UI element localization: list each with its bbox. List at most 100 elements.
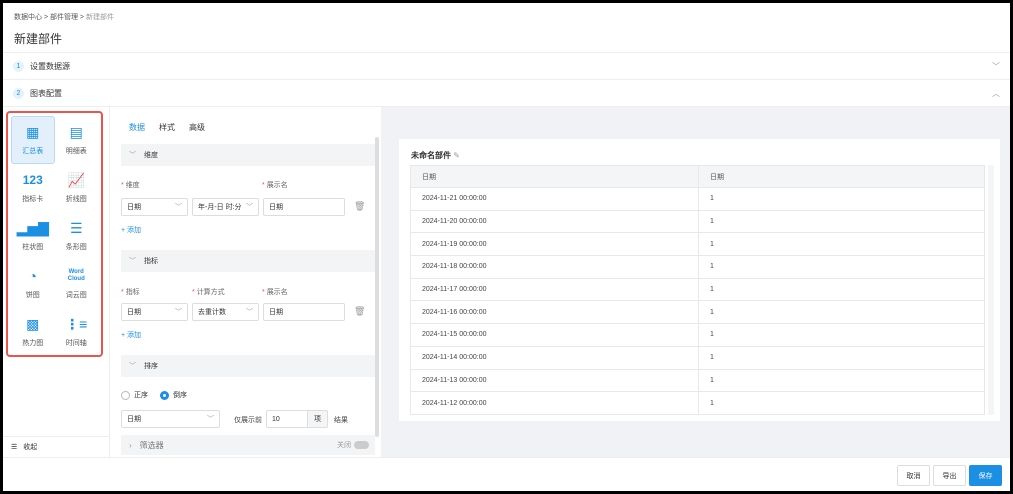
collapse-button[interactable]: ☰ 收起 xyxy=(3,436,109,457)
table-row: 2024-11-16 00:00:00 1 xyxy=(410,300,985,325)
table-cell: 1 xyxy=(698,209,985,234)
table-row: 2024-11-14 00:00:00 1 xyxy=(410,345,985,370)
table-cell: 2024-11-18 00:00:00 xyxy=(410,255,699,279)
page: 数据中心 > 部件管理 > 新建部件 新建部件 1 设置数据源 ﹀ 2 图表配置… xyxy=(3,3,1010,491)
cancel-button[interactable]: 取消 xyxy=(897,465,930,486)
metric-select[interactable]: 日期 ﹀ xyxy=(121,303,188,321)
chart-type-pie-chart[interactable]: ◔ 饼图 xyxy=(11,260,55,308)
table-cell: 1 xyxy=(698,368,985,393)
chart-type-detail-table[interactable]: ▤ 明细表 xyxy=(55,116,99,164)
widget-title: 未命名部件 ✎ xyxy=(411,151,460,160)
radio-asc[interactable] xyxy=(121,390,130,400)
chevron-right-icon: › xyxy=(129,440,132,450)
save-button[interactable]: 保存 xyxy=(969,465,1002,486)
table-cell: 1 xyxy=(698,323,985,347)
breadcrumb: 数据中心 > 部件管理 > 新建部件 xyxy=(14,14,114,21)
dimension-display-name-input[interactable]: 日期 xyxy=(263,198,345,216)
dimension-label: * 维度 xyxy=(121,182,140,189)
filter-toggle-label: 关闭 xyxy=(337,442,351,449)
scrollbar[interactable] xyxy=(375,137,379,437)
sort-field-select[interactable]: 日期 ﹀ xyxy=(121,410,220,428)
heatmap-icon: ▩ xyxy=(26,315,40,332)
section-title: 排序 xyxy=(144,363,158,370)
filter-toggle[interactable] xyxy=(354,441,369,449)
delete-icon[interactable]: 🗑 xyxy=(354,306,365,317)
show-top-label: 仅展示前 xyxy=(234,417,262,424)
page-title: 新建部件 xyxy=(14,32,63,46)
table-cell: 2024-11-13 00:00:00 xyxy=(410,368,699,393)
chart-type-bar-chart[interactable]: ☰ 条形图 xyxy=(55,212,99,260)
table-cell: 1 xyxy=(698,255,985,279)
table-cell: 1 xyxy=(698,277,985,302)
chart-type-heatmap[interactable]: ▩ 热力图 xyxy=(11,308,55,356)
chart-type-label: 词云图 xyxy=(65,292,87,299)
step-chart-config[interactable]: 2 图表配置 ︿ xyxy=(3,79,1010,107)
chart-type-line-chart[interactable]: 📈 折线图 xyxy=(55,164,99,212)
calc-label: * 计算方式 xyxy=(192,289,225,296)
word-cloud-icon: Word Cloud xyxy=(67,269,85,282)
add-dimension-button[interactable]: + 添加 xyxy=(121,225,141,235)
chart-type-summary-table[interactable]: ▦ 汇总表 xyxy=(11,116,55,164)
export-button[interactable]: 导出 xyxy=(933,465,966,486)
line-chart-icon: 📈 xyxy=(67,171,85,188)
chart-type-label: 条形图 xyxy=(65,244,87,251)
collapse-label: 收起 xyxy=(23,444,38,451)
metric-card-icon: 123 xyxy=(22,173,43,187)
chevron-down-icon: ﹀ xyxy=(129,363,136,370)
section-metric[interactable]: ﹀ 指标 xyxy=(121,250,375,272)
display-name-label: * 展示名 xyxy=(262,289,288,296)
table-row: 2024-11-12 00:00:00 1 xyxy=(410,391,985,415)
tab-style[interactable]: 样式 xyxy=(159,122,175,133)
table-row: 2024-11-21 00:00:00 1 xyxy=(410,187,985,211)
chart-type-grid: ▦ 汇总表 ▤ 明细表 123 指标卡 📈 折线图 ▂▅▇ 柱状图 ☰ 条形图 ◔ 饼图 Word Clou… xyxy=(6,111,103,357)
date-format-select[interactable]: 年-月-日 时:分 ﹀ xyxy=(192,198,259,216)
table-row: 2024-11-17 00:00:00 1 xyxy=(410,277,985,302)
chart-type-label: 饼图 xyxy=(25,292,40,299)
step-number: 1 xyxy=(13,60,24,72)
bar-chart-icon: ☰ xyxy=(69,219,83,236)
edit-icon[interactable]: ✎ xyxy=(453,151,460,160)
delete-icon[interactable]: 🗑 xyxy=(354,201,365,212)
pie-chart-icon: ◔ xyxy=(28,268,37,284)
chevron-up-icon[interactable]: ︿ xyxy=(992,88,1000,99)
collapse-icon: ☰ xyxy=(11,444,18,451)
table-cell: 2024-11-19 00:00:00 xyxy=(410,232,699,257)
section-dimension[interactable]: ﹀ 维度 xyxy=(121,144,375,166)
table-row: 2024-11-19 00:00:00 1 xyxy=(410,232,985,257)
chart-type-timeline[interactable]: ⋮≡ 时间轴 xyxy=(55,308,99,356)
section-sort[interactable]: ﹀ 排序 xyxy=(121,355,375,377)
calc-method-select[interactable]: 去重计数 ﹀ xyxy=(192,303,259,321)
section-filter[interactable]: › 筛选器 关闭 xyxy=(121,435,375,455)
tab-advanced[interactable]: 高级 xyxy=(189,122,205,133)
breadcrumb-widget-mgmt[interactable]: 部件管理 xyxy=(50,14,78,21)
breadcrumb-data-center[interactable]: 数据中心 xyxy=(14,14,42,21)
config-panel: 数据 样式 高级 ﹀ 维度 * 维度 * 展示名 日期 ﹀ 年-月-日 时:分 ﹀ 日… xyxy=(111,107,381,457)
tab-data[interactable]: 数据 xyxy=(129,122,145,133)
step-label: 设置数据源 xyxy=(30,61,70,71)
chart-type-column-chart[interactable]: ▂▅▇ 柱状图 xyxy=(11,212,55,260)
add-metric-button[interactable]: + 添加 xyxy=(121,330,141,340)
chevron-down-icon[interactable]: ﹀ xyxy=(992,61,1000,72)
table-cell: 2024-11-20 00:00:00 xyxy=(410,209,699,234)
radio-desc[interactable] xyxy=(160,390,169,400)
table-cell: 1 xyxy=(698,300,985,325)
chart-type-metric-card[interactable]: 123 指标卡 xyxy=(11,164,55,212)
chevron-down-icon: ﹀ xyxy=(129,258,136,265)
chart-type-label: 汇总表 xyxy=(22,148,44,155)
unit-label: 项 xyxy=(307,411,327,427)
step-data-source[interactable]: 1 设置数据源 ﹀ xyxy=(3,52,1010,79)
table-scrollbar[interactable] xyxy=(988,165,994,415)
step-label: 图表配置 xyxy=(30,88,62,98)
dimension-select[interactable]: 日期 ﹀ xyxy=(121,198,188,216)
chart-type-word-cloud[interactable]: Word Cloud 词云图 xyxy=(55,260,99,308)
display-name-label: * 展示名 xyxy=(262,182,288,189)
top-count-input[interactable]: 10 项 xyxy=(266,410,328,428)
breadcrumb-current: 新建部件 xyxy=(85,14,114,21)
table-row: 2024-11-20 00:00:00 1 xyxy=(410,209,985,234)
metric-display-name-input[interactable]: 日期 xyxy=(263,303,345,321)
step-number: 2 xyxy=(13,87,24,99)
table-row: 2024-11-15 00:00:00 1 xyxy=(410,323,985,347)
table-cell: 1 xyxy=(698,345,985,370)
chart-type-label: 指标卡 xyxy=(22,196,44,203)
timeline-icon: ⋮≡ xyxy=(65,315,88,332)
